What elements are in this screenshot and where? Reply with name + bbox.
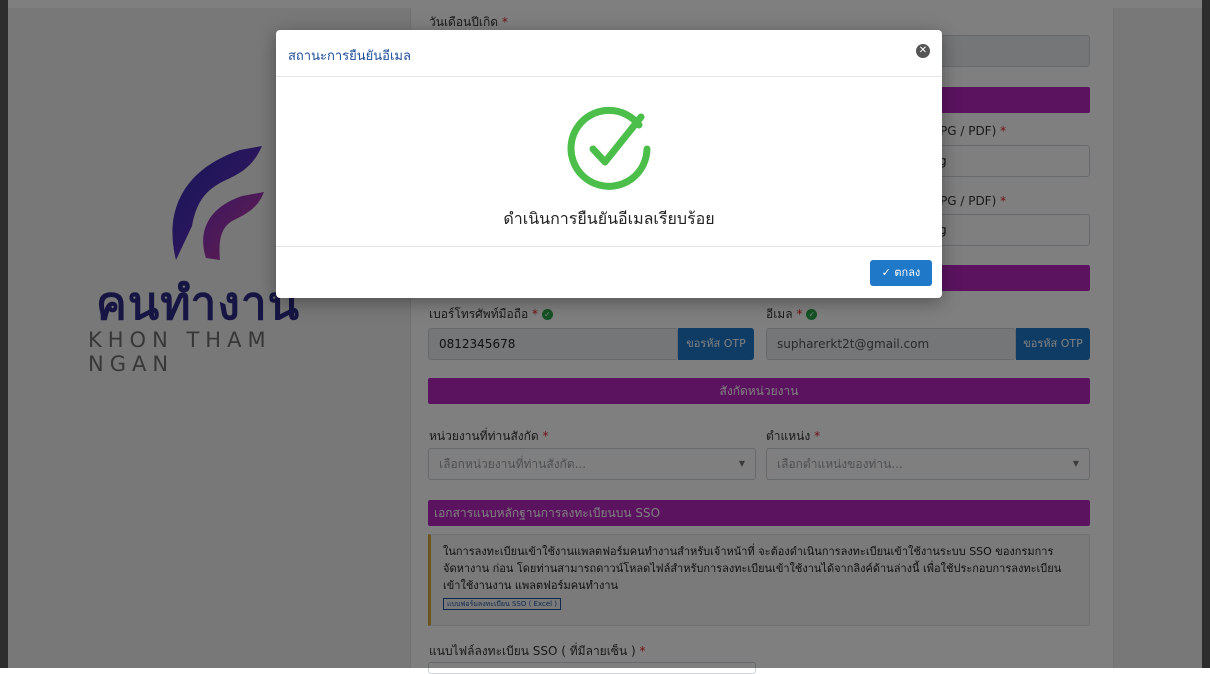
dialog-header: สถานะการยืนยันอีเมล ✕ [276,30,942,77]
dialog-title: สถานะการยืนยันอีเมล [288,49,411,64]
check-circle-icon [567,106,651,190]
dialog-message: ดำเนินการยืนยันอีเมลเรียบร้อย [503,209,715,228]
close-icon[interactable]: ✕ [916,44,930,58]
dialog-body: ดำเนินการยืนยันอีเมลเรียบร้อย [276,77,942,247]
email-verify-dialog: สถานะการยืนยันอีเมล ✕ ดำเนินการยืนยันอีเ… [276,30,942,298]
ok-button[interactable]: ✓ ตกลง [870,260,932,286]
